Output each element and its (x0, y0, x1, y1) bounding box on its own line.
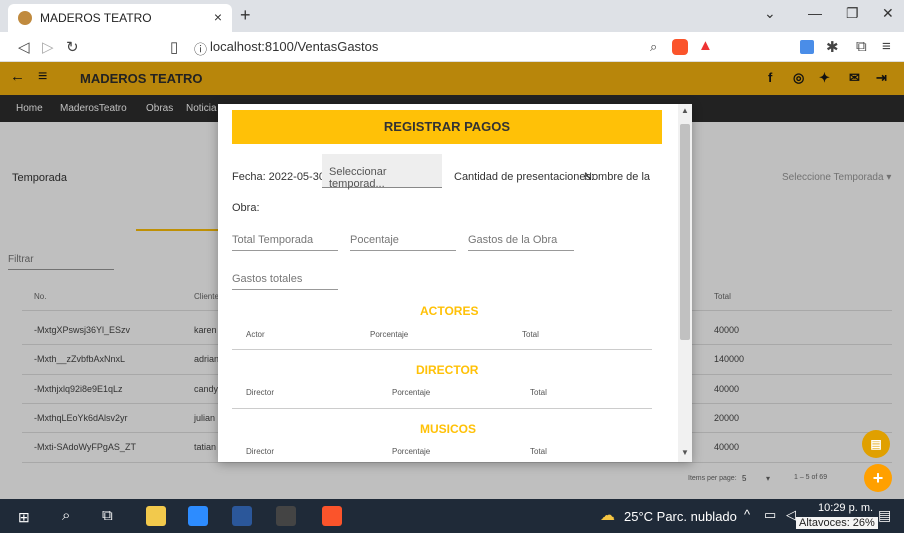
porcentaje-col-header: Porcentaje (370, 330, 409, 339)
notifications-icon[interactable]: ▤ (878, 507, 891, 524)
temporada-select-value: Seleccionar temporad... (329, 166, 387, 190)
report-fab-icon[interactable]: ▤ (862, 430, 890, 458)
weather-text[interactable]: 25°C Parc. nublado (624, 509, 737, 524)
extensions-puzzle-icon[interactable]: ✱ (826, 38, 839, 56)
extension-icon[interactable] (800, 40, 814, 54)
info-icon: ⓘ (194, 42, 208, 57)
director-col-header: Director (246, 388, 275, 397)
reload-icon[interactable]: ↻ (66, 38, 79, 56)
volume-tooltip: Altavoces: 26% (796, 517, 878, 529)
cantidad-presentaciones-label: Cantidad de presentaciones: (454, 171, 595, 183)
weather-icon: ☁ (600, 507, 615, 524)
brave-browser-icon[interactable] (322, 506, 342, 526)
back-arrow-icon[interactable]: ← (10, 68, 25, 85)
actor-col-header: Actor (246, 330, 265, 339)
tab-close-icon[interactable]: × (214, 9, 222, 25)
dialog-title: REGISTRAR PAGOS (232, 110, 662, 144)
app-title: MADEROS TEATRO (80, 71, 203, 86)
actores-section-title: ACTORES (420, 304, 479, 318)
menu-icon[interactable]: ≡ (38, 68, 47, 86)
forward-icon[interactable]: ▷ (42, 38, 54, 56)
back-icon[interactable]: ◁ (18, 38, 30, 56)
wallet-icon[interactable]: ⧉ (856, 38, 867, 55)
email-icon[interactable]: ✉ (849, 70, 860, 86)
instagram-icon[interactable]: ◎ (793, 70, 804, 86)
browser-tab-bar: MADEROS TEATRO × + ⌄ — ❐ ✕ (0, 0, 904, 32)
restore-icon[interactable]: ❐ (846, 5, 859, 22)
porcentaje-col-header: Porcentaje (392, 447, 431, 456)
zoom-app-icon[interactable] (188, 506, 208, 526)
speaker-icon[interactable]: ◁ (786, 507, 796, 523)
task-view-icon[interactable]: ⧉ (102, 507, 113, 524)
divider (232, 349, 652, 350)
address-bar: ◁ ▷ ↻ ▯ ⓘ localhost:8100/VentasGastos ⌕ … (0, 32, 904, 62)
bookmark-icon[interactable]: ▯ (170, 38, 178, 56)
total-col-header: Total (530, 447, 547, 456)
close-window-icon[interactable]: ✕ (882, 5, 894, 22)
director-col-header: Director (246, 447, 275, 456)
browser-tab[interactable]: MADEROS TEATRO × (8, 4, 232, 32)
director-section-title: DIRECTOR (416, 363, 479, 377)
tray-expand-icon[interactable]: ^ (744, 507, 750, 522)
gastos-totales-field[interactable]: Gastos totales (232, 273, 338, 290)
twitter-icon[interactable]: ✦ (819, 70, 830, 86)
total-temporada-field[interactable]: Total Temporada (232, 234, 338, 251)
file-explorer-icon[interactable] (146, 506, 166, 526)
new-tab-button[interactable]: + (240, 5, 251, 26)
fecha-label: Fecha: 2022-05-30 (232, 171, 325, 183)
obra-label: Obra: (232, 202, 260, 214)
dialog-scrollbar-thumb[interactable] (680, 124, 690, 340)
porcentaje-col-header: Porcentaje (392, 388, 431, 397)
minimize-icon[interactable]: — (808, 5, 822, 21)
app-header: ← ≡ MADEROS TEATRO f ◎ ✦ ✉ ⇥ (0, 62, 904, 95)
tab-title: MADEROS TEATRO (40, 11, 152, 25)
search-icon[interactable]: ⌕ (62, 507, 70, 524)
logout-icon[interactable]: ⇥ (876, 70, 887, 86)
browser-menu-icon[interactable]: ≡ (882, 38, 891, 55)
word-icon[interactable] (232, 506, 252, 526)
windows-start-icon[interactable]: ⊞ (18, 509, 30, 526)
site-favicon-icon (18, 11, 32, 25)
musicos-section-title: MUSICOS (420, 422, 477, 436)
porcentaje-field[interactable]: Pocentaje (350, 234, 456, 251)
divider (232, 408, 652, 409)
brave-rewards-icon[interactable]: ▲ (698, 37, 713, 54)
nombre-obra-label: Nombre de la (584, 171, 651, 183)
registrar-pagos-dialog: REGISTRAR PAGOS Fecha: 2022-05-30 Selecc… (218, 104, 692, 462)
temporada-select[interactable]: Seleccionar temporad... (322, 154, 442, 190)
gastos-obra-field[interactable]: Gastos de la Obra (468, 234, 574, 251)
network-icon[interactable]: ▭ (764, 507, 776, 523)
url-field[interactable]: localhost:8100/VentasGastos (210, 39, 378, 54)
zoom-icon[interactable]: ⌕ (650, 39, 657, 55)
add-fab-button[interactable]: + (864, 464, 892, 492)
tab-search-icon[interactable]: ⌄ (764, 5, 776, 22)
windows-taskbar: ⊞ ⌕ ⧉ ☁ 25°C Parc. nublado ^ ▭ ◁ 10:29 p… (0, 499, 904, 533)
scroll-up-icon[interactable]: ▲ (681, 106, 689, 115)
facebook-icon[interactable]: f (768, 70, 772, 85)
terminal-icon[interactable] (276, 506, 296, 526)
total-col-header: Total (522, 330, 539, 339)
total-col-header: Total (530, 388, 547, 397)
brave-shield-icon[interactable] (672, 39, 688, 55)
scroll-down-icon[interactable]: ▼ (681, 448, 689, 457)
clock-time[interactable]: 10:29 p. m. (818, 502, 873, 514)
